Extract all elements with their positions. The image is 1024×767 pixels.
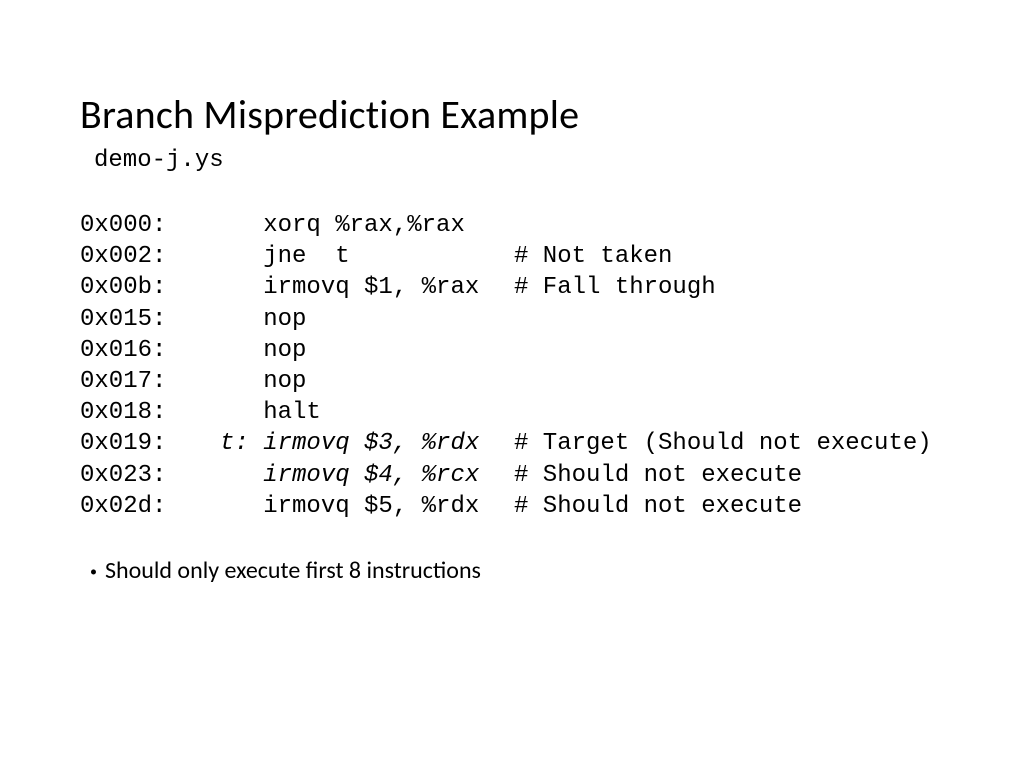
slide-title: Branch Misprediction Example: [80, 90, 944, 139]
code-line: 0x000: xorq %rax,%rax: [80, 210, 944, 241]
code-block: 0x000: xorq %rax,%rax 0x002: jne t# Not …: [80, 210, 944, 522]
code-line: 0x015: nop: [80, 304, 944, 335]
code-line: 0x016: nop: [80, 335, 944, 366]
code-line: 0x02d: irmovq $5, %rdx# Should not execu…: [80, 491, 944, 522]
code-line: 0x023: irmovq $4, %rcx# Should not execu…: [80, 460, 944, 491]
code-line: 0x002: jne t# Not taken: [80, 241, 944, 272]
code-line: 0x017: nop: [80, 366, 944, 397]
bullet-text: Should only execute first 8 instructions: [105, 556, 481, 585]
code-line: 0x00b: irmovq $1, %rax# Fall through: [80, 272, 944, 303]
bullet-item: • Should only execute first 8 instructio…: [90, 556, 944, 585]
filename-label: demo-j.ys: [94, 147, 944, 174]
code-line: 0x019:t: irmovq $3, %rdx# Target (Should…: [80, 428, 944, 459]
code-line: 0x018: halt: [80, 397, 944, 428]
bullet-dot-icon: •: [90, 565, 97, 579]
